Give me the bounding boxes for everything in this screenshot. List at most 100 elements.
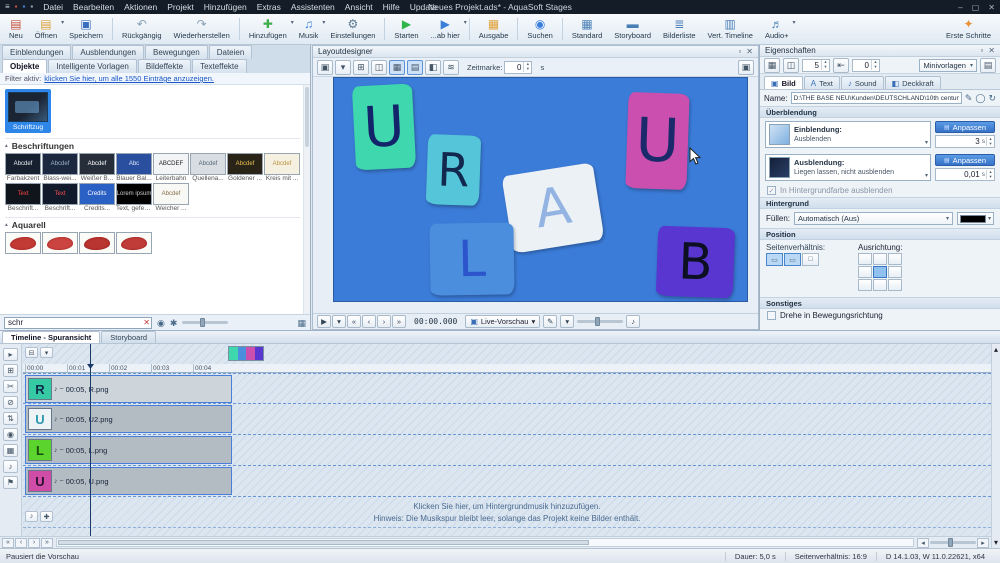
zoom-tool-icon[interactable]: ◉	[3, 428, 18, 441]
scroll-next-button[interactable]: ›	[28, 538, 40, 548]
music-track-icon[interactable]: ♪	[25, 511, 38, 522]
selected-object-item[interactable]: Schriftzug	[5, 89, 51, 133]
panel-options-icon[interactable]: ▤	[980, 58, 996, 73]
view-options-icon[interactable]: ▦	[297, 318, 306, 328]
toolbar-button[interactable]: ▤ Neu	[3, 15, 29, 43]
toolbar-button[interactable]: ▣ Speichern	[63, 15, 109, 43]
object-item[interactable]: Abcdef Weißer B...	[79, 153, 115, 182]
guides-icon[interactable]: ▤	[407, 60, 423, 75]
watercolor-item[interactable]	[79, 232, 115, 254]
timeline-vscrollbar[interactable]: ▴ ▾	[991, 344, 1000, 548]
menu-item[interactable]: Extras	[257, 2, 281, 12]
spinner-arrows[interactable]: ▴▾	[871, 60, 879, 70]
reset-filter-link[interactable]: klicken Sie hier, um alle 1550 Einträge …	[44, 74, 214, 83]
go-end-button[interactable]: »	[392, 315, 406, 328]
close-button[interactable]: ✕	[988, 3, 995, 12]
canvas-letter-object[interactable]: B	[656, 226, 735, 299]
toolbar-button[interactable]: ▦ Standard	[566, 15, 608, 43]
scroll-last-button[interactable]: »	[41, 538, 53, 548]
templates-icon[interactable]: ▦	[764, 58, 780, 73]
clear-search-icon[interactable]: ✕	[143, 318, 150, 327]
collapse-all-icon[interactable]: ⊟	[25, 347, 38, 358]
toolbar-button[interactable]: ▤ Öffnen ▾	[29, 15, 63, 43]
align-start-icon[interactable]: ⇤	[833, 58, 849, 73]
toolbar-button[interactable]: ≣ Bilderliste	[657, 15, 702, 43]
toolbar-button[interactable]: ▶ Starten	[388, 15, 424, 43]
audio-tool-icon[interactable]: ♪	[3, 460, 18, 473]
toolbar-button[interactable]: ♬ Audio+ ▾	[759, 15, 795, 43]
split-view-icon[interactable]: ◫	[371, 60, 387, 75]
compare-icon[interactable]: ◫	[783, 58, 799, 73]
section-beschriftungen[interactable]: ▴ Beschriftungen	[5, 138, 300, 151]
menu-item[interactable]: Ansicht	[345, 2, 373, 12]
add-track-icon[interactable]: ⊞	[3, 364, 18, 377]
drehe-checkbox[interactable]	[767, 311, 776, 320]
thumbnail-size-slider[interactable]	[182, 321, 228, 324]
background-dropdown[interactable]: ▾	[335, 60, 351, 75]
anpassen-einblendung-button[interactable]: ▤ Anpassen	[935, 121, 995, 133]
timeline-clip[interactable]: U ♪ ~ 00:05, U2.png	[25, 405, 232, 433]
aspect-ratio-button[interactable]: □	[802, 253, 819, 266]
menu-item[interactable]: Aktionen	[124, 2, 157, 12]
einblendung-duration-spinner[interactable]: 3 s ▴▾	[935, 135, 995, 148]
edit-name-icon[interactable]: ✎	[965, 93, 973, 103]
step-forward-button[interactable]: ›	[377, 315, 391, 328]
zoom-in-icon[interactable]: ▸	[977, 538, 989, 548]
timeline-tab[interactable]: Timeline - Spuransicht	[2, 331, 100, 343]
play-button[interactable]: ▶	[317, 315, 331, 328]
objects-scrollbar[interactable]	[303, 85, 310, 314]
canvas-letter-object[interactable]: L	[429, 222, 514, 295]
spinner-arrows[interactable]: ▴▾	[986, 137, 994, 147]
spinner-arrows[interactable]: ▴▾	[986, 170, 994, 180]
section-position[interactable]: Position	[760, 228, 1000, 240]
edit-preview-button[interactable]: ✎	[543, 315, 557, 328]
minimize-button[interactable]: –	[958, 3, 962, 12]
menu-item[interactable]: Assistenten	[291, 2, 335, 12]
aspect-ratio-button[interactable]: ▭	[784, 253, 801, 266]
favorites-icon[interactable]: ✱	[170, 318, 178, 328]
toolbox-category-tab[interactable]: Einblendungen	[2, 45, 71, 59]
name-input[interactable]	[791, 92, 962, 104]
object-item[interactable]: Abc Blauer Bal...	[116, 153, 152, 182]
section-sonstiges[interactable]: Sonstiges	[760, 297, 1000, 309]
fuellen-dropdown[interactable]: Automatisch (Aus) ▾	[794, 212, 953, 225]
toolbox-sub-tab[interactable]: Objekte	[2, 59, 47, 73]
object-item[interactable]: Text Beschrift...	[5, 183, 41, 212]
section-ueberblendung[interactable]: Überblendung	[760, 106, 1000, 118]
track-options-icon[interactable]: ▾	[40, 347, 53, 358]
quick-undo-icon[interactable]: ▪	[30, 3, 33, 11]
first-steps-button[interactable]: ✦ Erste Schritte	[940, 15, 997, 43]
marker-icon[interactable]: ⚑	[3, 476, 18, 489]
object-item[interactable]: Abcdef Weicher ...	[153, 183, 189, 212]
step-back-button[interactable]: ‹	[362, 315, 376, 328]
object-item[interactable]: Abcdef Blass-wei...	[42, 153, 78, 182]
refresh-icon[interactable]: ↻	[988, 93, 996, 103]
watercolor-item[interactable]	[42, 232, 78, 254]
menu-item[interactable]: Projekt	[167, 2, 193, 12]
alignment-cell[interactable]	[858, 279, 872, 291]
canvas-letter-object[interactable]: U	[625, 92, 689, 190]
scroll-first-button[interactable]: «	[2, 538, 14, 548]
toolbox-sub-tab[interactable]: Bildeffekte	[138, 59, 191, 73]
anpassen-ausblendung-button[interactable]: ▤ Anpassen	[935, 154, 995, 166]
zoom-out-icon[interactable]: ◂	[917, 538, 929, 548]
maximize-button[interactable]: ▢	[972, 3, 980, 12]
spinner-arrows[interactable]: ▴▾	[523, 62, 531, 72]
ausblendung-duration-spinner[interactable]: 0,01 s ▴▾	[935, 168, 995, 181]
alignment-cell[interactable]	[873, 279, 887, 291]
alignment-cell[interactable]	[858, 253, 872, 265]
canvas-letter-object[interactable]: U	[352, 83, 416, 170]
scroll-prev-button[interactable]: ‹	[15, 538, 27, 548]
timeline-zoom-slider[interactable]	[930, 541, 976, 544]
bg-fade-checkbox[interactable]: ✓	[767, 186, 776, 195]
alignment-cell[interactable]	[873, 266, 887, 278]
toolbar-button[interactable]: ↶ Rückgängig	[116, 15, 168, 43]
preview-tool-icon[interactable]: ▸	[3, 348, 18, 361]
alignment-cell[interactable]	[888, 279, 902, 291]
circle-tool-icon[interactable]: ◯	[975, 93, 985, 103]
object-item[interactable]: Abcdef Goldener ...	[227, 153, 263, 182]
scroll-down-button[interactable]: ▾	[994, 538, 998, 547]
canvas-letter-object[interactable]: A	[501, 162, 604, 253]
scroll-up-button[interactable]: ▴	[994, 345, 998, 354]
object-item[interactable]: Credits Credits...	[79, 183, 115, 212]
